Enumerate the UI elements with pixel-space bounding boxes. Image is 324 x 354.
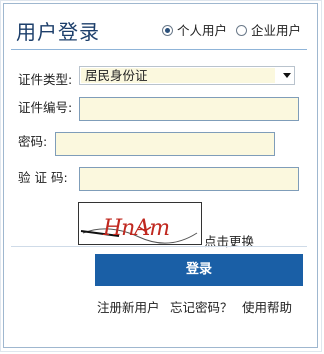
captcha-label: 验 证 码: xyxy=(18,170,68,185)
forgot-password-link[interactable]: 忘记密码？ xyxy=(170,297,233,316)
login-button[interactable]: 登录 xyxy=(95,254,303,286)
register-link[interactable]: 注册新用户 xyxy=(97,297,160,316)
form-divider xyxy=(11,246,307,247)
id-number-input[interactable] xyxy=(79,97,299,121)
radio-selected-icon[interactable] xyxy=(162,25,173,36)
id-type-value: 居民身份证 xyxy=(81,68,275,83)
chevron-down-icon[interactable] xyxy=(283,73,291,78)
id-type-label: 证件类型: xyxy=(18,72,73,87)
radio-enterprise-label: 企业用户 xyxy=(251,23,302,38)
header-divider xyxy=(11,49,307,50)
captcha-input[interactable] xyxy=(79,167,299,191)
radio-unselected-icon[interactable] xyxy=(236,25,247,36)
captcha-text: HnAm xyxy=(102,216,169,241)
captcha-graphic: HnAm xyxy=(79,203,201,244)
radio-enterprise-user[interactable]: 企业用户 xyxy=(236,20,301,39)
password-input[interactable] xyxy=(55,132,275,156)
id-type-select[interactable]: 居民身份证 xyxy=(79,66,295,85)
help-link[interactable]: 使用帮助 xyxy=(242,297,292,316)
radio-personal-user[interactable]: 个人用户 xyxy=(162,20,227,39)
page-title: 用户登录 xyxy=(16,20,100,44)
refresh-captcha-link[interactable]: 点击更换 xyxy=(204,231,254,250)
password-label: 密码: xyxy=(18,134,48,149)
id-number-label: 证件编号: xyxy=(18,100,73,115)
captcha-image[interactable]: HnAm xyxy=(78,202,202,245)
radio-personal-label: 个人用户 xyxy=(177,23,228,38)
